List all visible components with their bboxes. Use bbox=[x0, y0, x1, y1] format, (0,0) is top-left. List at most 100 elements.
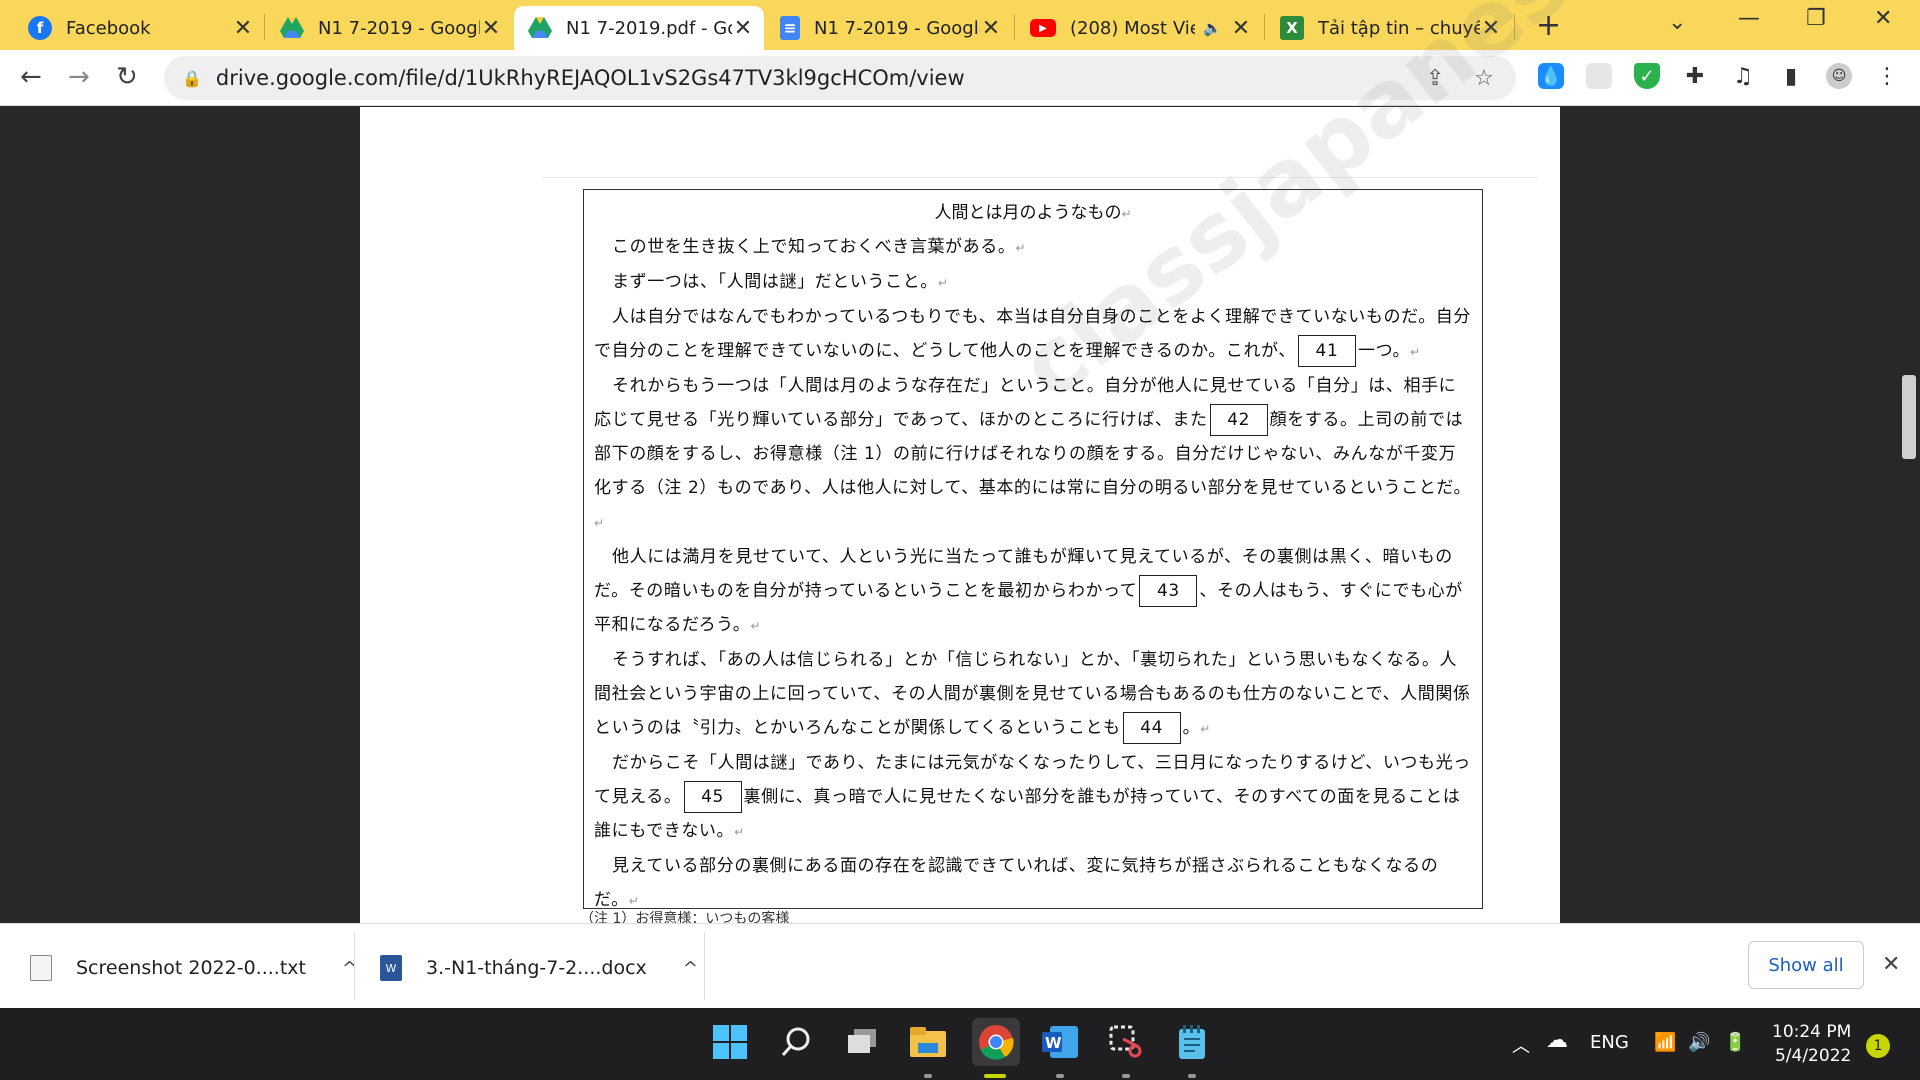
paragraph-mark-icon: ↵ bbox=[628, 894, 640, 908]
active-indicator bbox=[984, 1074, 1006, 1078]
close-tab-icon[interactable]: ✕ bbox=[1480, 16, 1502, 41]
tab-title: N1 7-2019 - Google bbox=[814, 17, 980, 39]
tab-site[interactable]: X Tải tập tin – chuyến ✕ bbox=[1266, 6, 1512, 50]
close-tab-icon[interactable]: ✕ bbox=[480, 16, 502, 41]
windows-taskbar: W ︿ ☁ ENG 📶 🔊 🔋 10:24 PM 5/4/2022 1 bbox=[0, 1008, 1920, 1080]
close-window-button[interactable]: ✕ bbox=[1874, 6, 1892, 31]
paragraph-mark-icon: ↵ bbox=[937, 276, 949, 290]
passage-paragraph: この世を生き抜く上で知っておくべき言葉がある。↵ bbox=[594, 230, 1472, 265]
download-item[interactable]: W 3.-N1-tháng-7-2....docx ^ bbox=[380, 948, 698, 988]
passage-text: 。 bbox=[1182, 718, 1201, 738]
facebook-icon: f bbox=[28, 16, 52, 40]
file-explorer-icon[interactable] bbox=[908, 1022, 948, 1062]
notification-badge[interactable]: 1 bbox=[1866, 1034, 1890, 1058]
answer-blank-43: 43 bbox=[1139, 575, 1198, 607]
answer-blank-41: 41 bbox=[1297, 335, 1356, 367]
download-item[interactable]: Screenshot 2022-0....txt ^ bbox=[30, 948, 357, 988]
paragraph-mark-icon: ↵ bbox=[1200, 722, 1211, 736]
passage-text: この世を生き抜く上で知っておくべき言葉がある。 bbox=[612, 237, 1016, 257]
svg-text:W: W bbox=[1045, 1034, 1062, 1052]
tab-title: (208) Most Viev bbox=[1070, 17, 1196, 39]
new-tab-button[interactable]: + bbox=[1536, 8, 1561, 43]
download-divider bbox=[704, 932, 705, 1000]
download-divider bbox=[354, 932, 355, 1000]
tab-facebook[interactable]: f Facebook ✕ bbox=[14, 6, 264, 50]
snipping-tool-icon[interactable] bbox=[1106, 1022, 1146, 1062]
task-view-icon[interactable] bbox=[842, 1022, 882, 1062]
extension-drop-icon[interactable]: 💧 bbox=[1538, 63, 1564, 89]
restore-button[interactable]: ❐ bbox=[1806, 6, 1826, 31]
passage-body: この世を生き抜く上で知っておくべき言葉がある。↵ まず一つは、「人間は謎」だという… bbox=[594, 230, 1472, 918]
extension-grey-icon[interactable] bbox=[1586, 63, 1612, 89]
running-indicator bbox=[1056, 1074, 1064, 1078]
start-windows-icon[interactable] bbox=[710, 1022, 750, 1062]
paragraph-mark-icon: ↵ bbox=[734, 825, 745, 839]
close-tab-icon[interactable]: ✕ bbox=[232, 16, 254, 41]
bookmark-star-icon[interactable]: ☆ bbox=[1474, 66, 1494, 91]
download-filename: 3.-N1-tháng-7-2....docx bbox=[426, 957, 647, 979]
tab-youtube[interactable]: ▶ (208) Most Viev 🔈 ✕ bbox=[1016, 6, 1262, 50]
volume-icon[interactable]: 🔊 bbox=[1688, 1032, 1710, 1053]
share-icon[interactable]: ⇪ bbox=[1426, 66, 1444, 91]
pdf-viewer: classjapanese 人間とは月のようなもの↵ この世を生き抜く上で知って… bbox=[0, 0, 1920, 923]
tab-search-icon[interactable]: ⌄ bbox=[1668, 10, 1686, 35]
language-indicator[interactable]: ENG bbox=[1590, 1032, 1629, 1053]
side-panel-icon[interactable]: ▮ bbox=[1778, 63, 1804, 89]
shield-icon[interactable]: ✓ bbox=[1634, 63, 1660, 89]
menu-icon[interactable]: ⋮ bbox=[1874, 63, 1900, 89]
scrollbar-thumb[interactable] bbox=[1902, 375, 1916, 459]
media-control-icon[interactable]: ♫ bbox=[1730, 63, 1756, 89]
lock-icon[interactable]: 🔒 bbox=[182, 69, 202, 88]
text-file-icon bbox=[30, 955, 52, 981]
close-downloads-icon[interactable]: ✕ bbox=[1882, 952, 1900, 977]
speaker-icon[interactable]: 🔈 bbox=[1203, 19, 1222, 37]
show-all-button[interactable]: Show all bbox=[1748, 941, 1864, 989]
tab-title: N1 7-2019 - Google bbox=[318, 17, 480, 39]
tab-title: N1 7-2019.pdf - Go bbox=[566, 17, 732, 39]
chrome-icon[interactable] bbox=[972, 1018, 1020, 1066]
search-icon[interactable] bbox=[776, 1022, 816, 1062]
chevron-up-icon[interactable]: ^ bbox=[683, 958, 698, 979]
tab-strip: f Facebook ✕ N1 7-2019 - Google ✕ N1 7-2… bbox=[0, 0, 1920, 50]
downloads-bar: Screenshot 2022-0....txt ^ W 3.-N1-tháng… bbox=[0, 923, 1920, 1008]
google-docs-icon: ≡ bbox=[780, 16, 800, 40]
paragraph-mark-icon: ↵ bbox=[594, 516, 605, 530]
passage-paragraph: まず一つは、「人間は謎」だということ。↵ bbox=[594, 265, 1472, 300]
paragraph-mark-icon: ↵ bbox=[1410, 345, 1421, 359]
chevron-up-icon[interactable]: ︿ bbox=[1512, 1032, 1530, 1058]
tab-drive-1[interactable]: N1 7-2019 - Google ✕ bbox=[266, 6, 512, 50]
address-bar[interactable]: 🔒 drive.google.com/file/d/1UkRhyREJAQOL1… bbox=[164, 56, 1516, 100]
passage-text: そうすれば、「あの人は信じられる」とか「信じられない」とか、「裏切られた」という… bbox=[594, 650, 1471, 738]
clock-date: 5/4/2022 bbox=[1774, 1046, 1852, 1066]
onedrive-cloud-icon[interactable]: ☁ bbox=[1546, 1028, 1568, 1053]
youtube-icon: ▶ bbox=[1030, 19, 1056, 37]
word-icon[interactable]: W bbox=[1040, 1022, 1080, 1062]
tab-drive-pdf[interactable]: N1 7-2019.pdf - Go ✕ bbox=[514, 6, 764, 50]
passage-text: 一つ。 bbox=[1357, 341, 1411, 361]
answer-blank-42: 42 bbox=[1209, 404, 1268, 436]
profile-avatar[interactable]: ☺ bbox=[1826, 63, 1852, 89]
clock[interactable]: 10:24 PM 5/4/2022 bbox=[1772, 1020, 1851, 1068]
close-tab-icon[interactable]: ✕ bbox=[732, 16, 754, 41]
word-file-icon: W bbox=[380, 955, 402, 981]
clock-time: 10:24 PM bbox=[1772, 1022, 1852, 1042]
download-filename: Screenshot 2022-0....txt bbox=[76, 957, 306, 979]
forward-button[interactable]: → bbox=[68, 62, 90, 92]
reload-button[interactable]: ↻ bbox=[116, 62, 138, 92]
battery-icon[interactable]: 🔋 bbox=[1724, 1032, 1746, 1053]
tab-title: Tải tập tin – chuyến bbox=[1318, 17, 1480, 39]
answer-blank-44: 44 bbox=[1122, 712, 1181, 744]
close-tab-icon[interactable]: ✕ bbox=[980, 16, 1002, 41]
running-indicator bbox=[1188, 1074, 1196, 1078]
back-button[interactable]: ← bbox=[20, 62, 42, 92]
footnote-cut: （注 1）お得意様：いつもの客様 bbox=[580, 911, 790, 923]
notepad-icon[interactable] bbox=[1172, 1022, 1212, 1062]
tab-docs[interactable]: ≡ N1 7-2019 - Google ✕ bbox=[766, 6, 1012, 50]
passage-paragraph: 他人には満月を見せていて、人という光に当たって誰もが輝いて見えているが、その裏側… bbox=[594, 540, 1472, 643]
minimize-button[interactable]: — bbox=[1738, 6, 1760, 31]
passage-paragraph: それからもう一つは「人間は月のような存在だ」ということ。自分が他人に見せている「… bbox=[594, 369, 1472, 540]
tab-divider bbox=[1264, 14, 1265, 40]
close-tab-icon[interactable]: ✕ bbox=[1230, 16, 1252, 41]
wifi-icon[interactable]: 📶 bbox=[1654, 1032, 1676, 1053]
extensions-puzzle-icon[interactable]: ✚ bbox=[1682, 63, 1708, 89]
